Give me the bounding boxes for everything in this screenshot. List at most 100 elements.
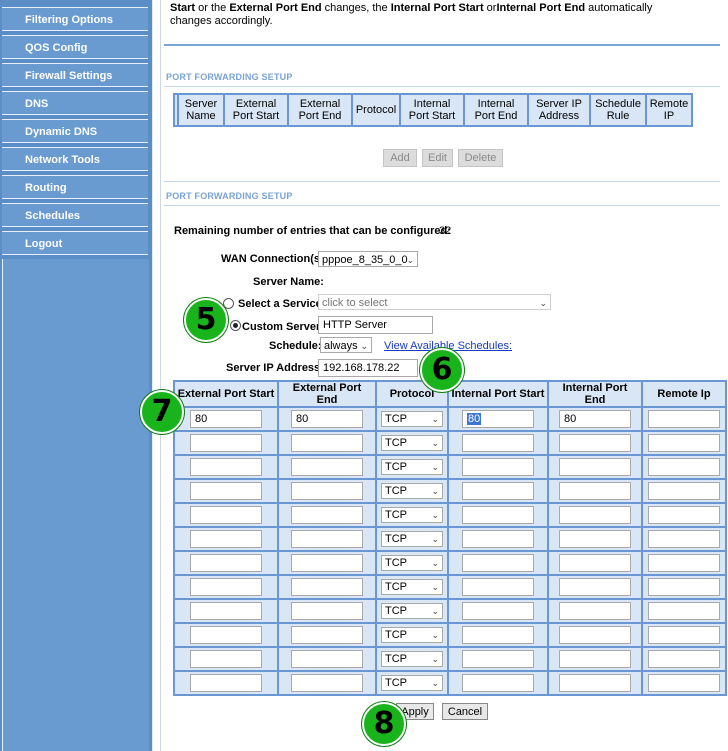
ext-port-start-input[interactable] — [190, 482, 262, 500]
int-port-start-input[interactable] — [462, 650, 534, 668]
sidebar-item-network-tools[interactable]: Network Tools — [2, 147, 148, 171]
int-port-start-input[interactable] — [462, 626, 534, 644]
protocol-select[interactable]: TCP ⌄ — [381, 555, 443, 571]
ext-port-end-input[interactable] — [291, 626, 363, 644]
ext-port-end-input[interactable] — [291, 578, 363, 596]
remote-ip-input[interactable] — [648, 434, 720, 452]
int-port-start-input[interactable] — [462, 434, 534, 452]
int-port-end-input[interactable] — [559, 626, 631, 644]
protocol-select[interactable]: TCP ⌄ — [381, 531, 443, 547]
sidebar-item-logout[interactable]: Logout — [2, 231, 148, 255]
remote-ip-input[interactable] — [648, 674, 720, 692]
protocol-select[interactable]: TCP ⌄ — [381, 603, 443, 619]
int-port-start-input[interactable] — [462, 674, 534, 692]
protocol-select[interactable]: TCP ⌄ — [381, 627, 443, 643]
schedule-select[interactable]: always ⌄ — [320, 337, 372, 353]
int-port-end-input[interactable] — [559, 602, 631, 620]
chevron-down-icon: ⌄ — [431, 486, 439, 496]
int-port-end-input[interactable] — [559, 506, 631, 524]
protocol-select[interactable]: TCP ⌄ — [381, 651, 443, 667]
remote-ip-input[interactable] — [648, 506, 720, 524]
ext-port-end-input[interactable] — [291, 602, 363, 620]
ext-port-end-input[interactable]: 80 — [291, 410, 363, 428]
int-port-start-input[interactable] — [462, 554, 534, 572]
ext-port-start-input[interactable] — [190, 674, 262, 692]
protocol-select[interactable]: TCP ⌄ — [381, 507, 443, 523]
remote-ip-input[interactable] — [648, 458, 720, 476]
int-port-end-input[interactable] — [559, 554, 631, 572]
cancel-button[interactable]: Cancel — [442, 703, 488, 720]
ext-port-start-input[interactable] — [190, 626, 262, 644]
delete-button[interactable]: Delete — [458, 149, 503, 167]
ext-port-start-input[interactable] — [190, 506, 262, 524]
remote-ip-input[interactable] — [648, 410, 720, 428]
ext-port-end-input[interactable] — [291, 506, 363, 524]
protocol-select[interactable]: TCP ⌄ — [381, 435, 443, 451]
wan-select[interactable]: pppoe_8_35_0_0 ⌄ — [318, 251, 418, 267]
int-port-end-input[interactable] — [559, 482, 631, 500]
server-ip-input[interactable]: 192.168.178.22 — [318, 359, 418, 377]
int-port-start-input[interactable] — [462, 530, 534, 548]
custom-server-input[interactable]: HTTP Server — [318, 316, 433, 334]
ext-port-start-input[interactable] — [190, 578, 262, 596]
protocol-select[interactable]: TCP ⌄ — [381, 411, 443, 427]
section-underline-2 — [164, 205, 720, 206]
table-row: TCP ⌄ — [175, 624, 725, 646]
int-port-end-input[interactable] — [559, 650, 631, 668]
int-port-start-input[interactable] — [462, 602, 534, 620]
remote-ip-input[interactable] — [648, 626, 720, 644]
ext-port-start-input[interactable] — [190, 458, 262, 476]
remote-ip-input[interactable] — [648, 578, 720, 596]
remote-ip-input[interactable] — [648, 482, 720, 500]
chevron-down-icon: ⌄ — [431, 630, 439, 640]
remote-ip-input[interactable] — [648, 650, 720, 668]
ext-port-start-input[interactable] — [190, 554, 262, 572]
sidebar-item-firewall-settings[interactable]: Firewall Settings — [2, 63, 148, 87]
step-marker-7: 7 — [140, 390, 184, 434]
int-port-start-input[interactable] — [462, 482, 534, 500]
sidebar-item-qos-config[interactable]: QOS Config — [2, 35, 148, 59]
table-row: 80 80 TCP ⌄ 80 80 — [175, 408, 725, 430]
int-port-end-input[interactable] — [559, 674, 631, 692]
protocol-select[interactable]: TCP ⌄ — [381, 675, 443, 691]
int-port-end-input[interactable] — [559, 434, 631, 452]
chevron-down-icon: ⌄ — [406, 255, 414, 265]
ext-port-end-input[interactable] — [291, 554, 363, 572]
protocol-value: TCP — [385, 485, 407, 497]
ext-port-start-input[interactable] — [190, 602, 262, 620]
int-port-start-input[interactable] — [462, 506, 534, 524]
ext-port-end-input[interactable] — [291, 530, 363, 548]
add-button[interactable]: Add — [383, 149, 417, 167]
ext-port-start-input[interactable]: 80 — [190, 410, 262, 428]
protocol-select[interactable]: TCP ⌄ — [381, 483, 443, 499]
sidebar-item-routing[interactable]: Routing — [2, 175, 148, 199]
int-port-start-input[interactable] — [462, 458, 534, 476]
int-port-start-input[interactable] — [462, 578, 534, 596]
int-port-end-input[interactable] — [559, 578, 631, 596]
ext-port-end-input[interactable] — [291, 650, 363, 668]
int-port-end-input[interactable]: 80 — [559, 410, 631, 428]
int-port-end-input[interactable] — [559, 458, 631, 476]
int-port-end-input[interactable] — [559, 530, 631, 548]
sidebar-item-schedules[interactable]: Schedules — [2, 203, 148, 227]
ext-port-end-input[interactable] — [291, 674, 363, 692]
edit-button[interactable]: Edit — [422, 149, 453, 167]
ext-port-end-input[interactable] — [291, 458, 363, 476]
sidebar-item-dynamic-dns[interactable]: Dynamic DNS — [2, 119, 148, 143]
remote-ip-input[interactable] — [648, 602, 720, 620]
ext-port-start-input[interactable] — [190, 530, 262, 548]
remote-ip-input[interactable] — [648, 530, 720, 548]
int-port-start-input[interactable]: 80 — [462, 410, 534, 428]
ext-port-end-input[interactable] — [291, 434, 363, 452]
sidebar-item-dns[interactable]: DNS — [2, 91, 148, 115]
ext-port-start-input[interactable] — [190, 650, 262, 668]
remote-ip-input[interactable] — [648, 554, 720, 572]
chevron-down-icon: ⌄ — [431, 678, 439, 688]
protocol-select[interactable]: TCP ⌄ — [381, 579, 443, 595]
ext-port-start-input[interactable] — [190, 434, 262, 452]
service-select[interactable]: click to select ⌄ — [318, 294, 551, 310]
ext-port-end-input[interactable] — [291, 482, 363, 500]
custom-server-radio[interactable] — [230, 320, 241, 331]
protocol-select[interactable]: TCP ⌄ — [381, 459, 443, 475]
sidebar-item-filtering-options[interactable]: Filtering Options — [2, 7, 148, 31]
